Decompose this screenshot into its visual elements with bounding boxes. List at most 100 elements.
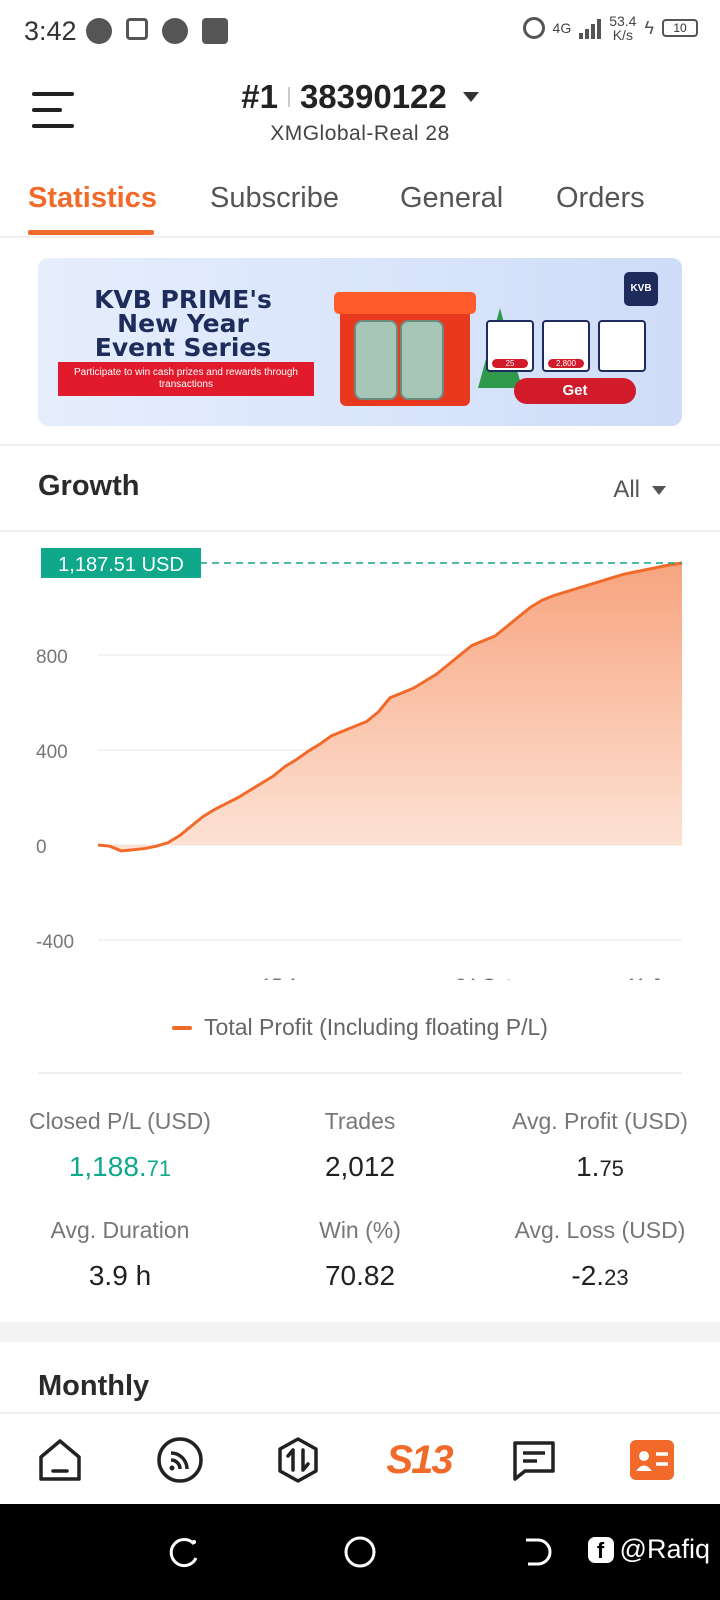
- stat-value: 70.82: [324, 1260, 396, 1291]
- phone-image: [400, 320, 444, 400]
- home-icon[interactable]: [32, 1432, 88, 1488]
- kvb-logo: KVB: [624, 272, 658, 306]
- bottom-navigation: S13: [0, 1412, 720, 1504]
- missed-call-icon: [126, 18, 148, 40]
- current-value-label: 1,187.51 USD: [58, 554, 184, 576]
- status-time: 3:42: [24, 16, 77, 46]
- tab-general[interactable]: General: [400, 182, 503, 215]
- reward-card-gift: 25: [486, 320, 534, 372]
- banner-title-line3: Event Series: [94, 333, 272, 362]
- section-divider: [0, 444, 720, 446]
- x-tick-label: 15 Aug: [261, 976, 320, 980]
- get-button[interactable]: Get: [514, 378, 636, 404]
- system-status: 4G 53.4 K/s ϟ 10: [522, 14, 698, 42]
- profit-area: [98, 562, 682, 851]
- battery-icon: 10: [662, 19, 698, 37]
- y-tick-label: 0: [36, 837, 47, 858]
- x-tick-label: 11 Jan: [626, 976, 682, 980]
- profile-card-icon[interactable]: [624, 1432, 680, 1488]
- banner-title: KVB PRIME's New Year Event Series: [78, 287, 288, 362]
- status-bar: 3:42 4G 53.4 K/s ϟ 10: [0, 0, 720, 64]
- s13-logo-icon[interactable]: S13: [378, 1432, 460, 1488]
- telegram-icon: [162, 18, 188, 44]
- stat-avg-profit: Avg. Profit (USD) 1.75: [480, 1108, 720, 1183]
- growth-chart[interactable]: 800 400 0 -400 15 Aug 24 Oct 11 Jan 1,187.51 US…: [0, 540, 720, 997]
- divider: [287, 87, 290, 107]
- stat-label: Avg. Duration: [50, 1217, 190, 1243]
- chevron-down-icon: [462, 92, 479, 102]
- system-navigation-bar: f @Rafiq: [0, 1504, 720, 1600]
- notification-icons: [86, 18, 228, 44]
- stat-value-int: 1.: [576, 1151, 600, 1182]
- tab-statistics[interactable]: Statistics: [28, 182, 157, 215]
- growth-filter-value: All: [613, 476, 640, 503]
- account-server: XMGlobal-Real 28: [270, 122, 450, 145]
- chart-legend: Total Profit (Including floating P/L): [0, 1014, 720, 1041]
- back-icon[interactable]: [518, 1534, 554, 1570]
- active-tab-indicator: [28, 230, 154, 235]
- network-type: 4G: [552, 20, 572, 36]
- home-button-icon[interactable]: [342, 1534, 378, 1570]
- legend-swatch: [172, 1025, 193, 1030]
- reward-card-value: 2,800: [548, 359, 584, 368]
- promo-banner[interactable]: KVB PRIME's New Year Event Series Partic…: [38, 258, 682, 426]
- tab-subscribe[interactable]: Subscribe: [210, 182, 339, 215]
- app-header: #1 38390122 XMGlobal-Real 28: [0, 64, 720, 154]
- stat-label: Trades: [324, 1108, 396, 1134]
- stat-value: 1.75: [480, 1151, 720, 1183]
- reward-card-phone: [598, 320, 646, 372]
- stat-value-int: -2.: [571, 1260, 605, 1291]
- monthly-title: Monthly: [38, 1370, 150, 1402]
- section-gap: [0, 1322, 720, 1342]
- phone-image: [354, 320, 398, 400]
- stat-avg-loss: Avg. Loss (USD) -2.23: [480, 1217, 720, 1292]
- watermark: f @Rafiq: [587, 1534, 710, 1565]
- chevron-down-icon: [652, 485, 666, 495]
- stat-label: Avg. Loss (USD): [514, 1217, 686, 1243]
- stat-value-int: 1,188.: [68, 1151, 147, 1182]
- stat-value-dec: 23: [604, 1265, 629, 1290]
- stat-label: Closed P/L (USD): [29, 1108, 211, 1134]
- y-tick-label: -400: [36, 932, 74, 953]
- legend-label: Total Profit (Including floating P/L): [204, 1014, 548, 1040]
- stat-value: 2,012: [324, 1151, 396, 1182]
- charging-icon: ϟ: [644, 17, 654, 38]
- feed-icon[interactable]: [152, 1432, 208, 1488]
- network-speed: 53.4 K/s: [609, 14, 636, 42]
- account-rank: #1: [241, 78, 278, 115]
- stat-value: 3.9 h: [88, 1260, 152, 1291]
- messenger-icon: [86, 18, 112, 44]
- stat-value: -2.23: [480, 1260, 720, 1292]
- reward-card-cash: 2,800: [542, 320, 590, 372]
- growth-title: Growth: [38, 470, 140, 502]
- y-tick-label: 400: [36, 742, 68, 763]
- recent-apps-icon[interactable]: [166, 1534, 202, 1570]
- watermark-text: @Rafiq: [619, 1534, 710, 1564]
- messages-icon[interactable]: [506, 1432, 562, 1488]
- facebook-icon: f: [587, 1536, 614, 1563]
- account-number: 38390122: [299, 78, 447, 115]
- stat-value-dec: 75: [599, 1156, 624, 1181]
- tab-bar: Statistics Subscribe General Orders: [0, 172, 720, 238]
- trade-icon[interactable]: [270, 1432, 326, 1488]
- stat-avg-duration: Avg. Duration 3.9 h: [0, 1217, 240, 1292]
- tab-orders[interactable]: Orders: [556, 182, 645, 215]
- account-selector[interactable]: #1 38390122 XMGlobal-Real 28: [0, 78, 720, 146]
- app-notification-icon: [202, 18, 228, 44]
- banner-subtitle: Participate to win cash prizes and rewar…: [58, 362, 314, 396]
- stat-value-dec: 71: [146, 1156, 172, 1181]
- section-divider: [38, 1072, 682, 1074]
- stat-win-rate: Win (%) 70.82: [240, 1217, 480, 1292]
- growth-filter-dropdown[interactable]: All: [613, 476, 666, 504]
- section-divider: [0, 530, 720, 532]
- gift-box-lid: [334, 292, 476, 314]
- x-tick-label: 24 Oct: [455, 976, 512, 980]
- hotspot-icon: [522, 17, 545, 39]
- growth-chart-svg: 800 400 0 -400 15 Aug 24 Oct 11 Jan 1,187.51 US…: [36, 547, 683, 997]
- s13-label: S13: [386, 1437, 453, 1482]
- stat-value: 1,188.71: [0, 1151, 240, 1183]
- y-tick-label: 800: [36, 647, 68, 668]
- stat-closed-pl: Closed P/L (USD) 1,188.71: [0, 1108, 240, 1183]
- signal-icon: [579, 17, 602, 39]
- stat-label: Win (%): [319, 1217, 401, 1243]
